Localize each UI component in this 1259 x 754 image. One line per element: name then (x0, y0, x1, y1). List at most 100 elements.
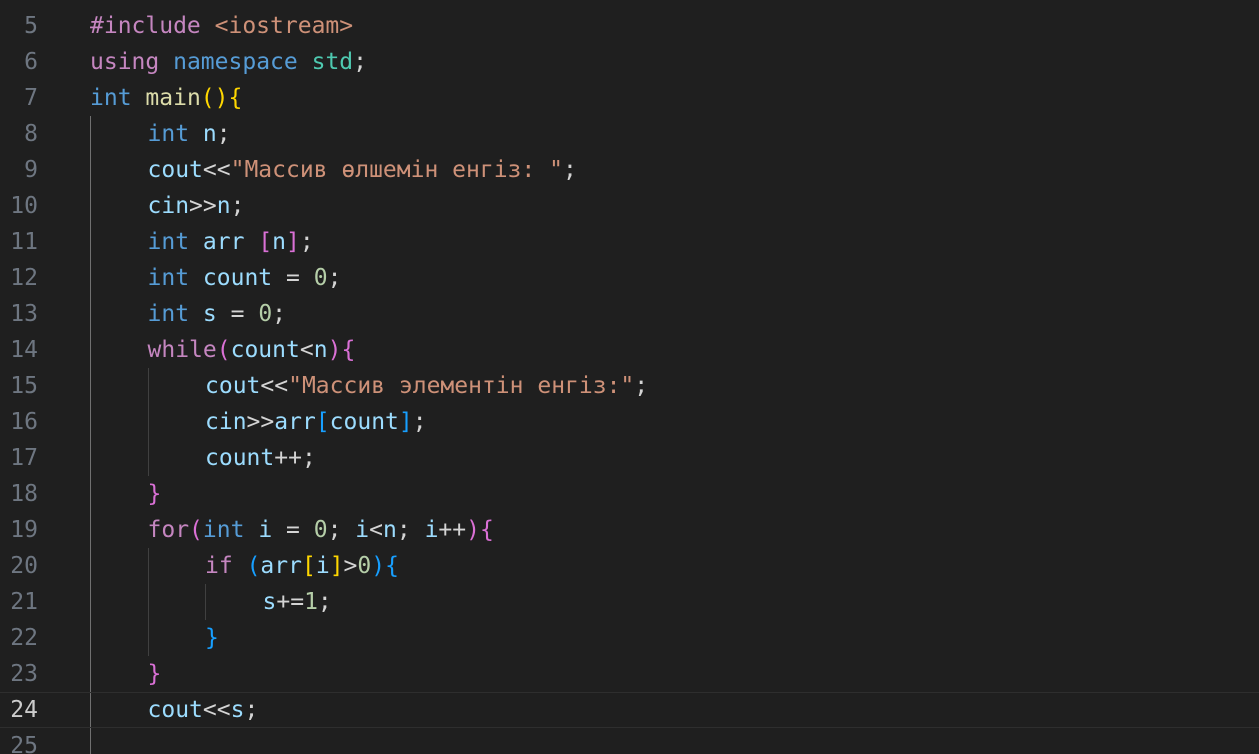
code-token: ; (244, 697, 259, 723)
line-number: 25 (10, 733, 38, 754)
code-token: () (200, 85, 229, 111)
code-line[interactable]: 10 cin>>n; (0, 188, 1259, 224)
line-code: while(count<n){ (148, 332, 356, 368)
code-token: ; (299, 229, 314, 255)
code-token: std (311, 49, 354, 75)
code-token: if (205, 553, 233, 579)
code-token: ) (466, 517, 480, 543)
code-token: } (147, 481, 162, 507)
code-token: n (272, 229, 287, 255)
line-number: 19 (10, 517, 38, 543)
code-line[interactable]: 21 s+=1; (0, 584, 1259, 620)
code-line[interactable]: 22} (0, 620, 1259, 656)
line-code: int count = 0; (148, 260, 342, 296)
code-token: } (205, 625, 219, 651)
code-line[interactable]: 13 int s = 0; (0, 296, 1259, 332)
line-code: #include <iostream> (90, 8, 353, 44)
code-token: cin (205, 409, 247, 435)
code-token: int (147, 301, 190, 327)
code-token: count (230, 337, 300, 363)
code-line[interactable]: 11 int arr [n]; (0, 224, 1259, 260)
code-token: count (205, 445, 275, 471)
line-code: int s = 0; (148, 296, 287, 332)
code-token: > (343, 553, 358, 579)
line-code: for(int i = 0; i<n; i++){ (148, 512, 494, 548)
code-token: [ (258, 229, 273, 255)
code-token: += (276, 589, 305, 615)
code-line[interactable]: 5 #include <iostream> (0, 8, 1259, 44)
code-token: using (90, 49, 160, 75)
line-number: 22 (10, 625, 38, 651)
code-token: < (369, 517, 383, 543)
code-token: >> (246, 409, 275, 435)
code-line[interactable]: 18} (0, 476, 1259, 512)
code-token: for (147, 517, 190, 543)
code-token: n (216, 193, 231, 219)
line-code: s+=1; (263, 584, 332, 620)
code-token: n (202, 121, 217, 147)
code-token: "Массив өлшемін енгіз: " (230, 157, 563, 183)
code-line[interactable]: 19 for(int i = 0; i<n; i++){ (0, 512, 1259, 548)
line-number: 8 (24, 121, 38, 147)
code-token: ; (317, 589, 332, 615)
line-number: 12 (10, 265, 38, 291)
code-line[interactable]: 25 (0, 728, 1259, 754)
code-line[interactable]: 8 int n; (0, 116, 1259, 152)
code-editor[interactable]: 5 #include <iostream> 6 using namespace std… (0, 0, 1259, 754)
code-line[interactable]: 23} (0, 656, 1259, 692)
line-number: 17 (10, 445, 38, 471)
line-code: } (148, 656, 162, 692)
line-number: 15 (10, 373, 38, 399)
code-token: << (202, 697, 231, 723)
code-token: ( (189, 517, 203, 543)
code-token: { (479, 517, 494, 543)
code-token: count (329, 409, 399, 435)
code-line[interactable]: 24 cout<<s; (0, 692, 1259, 728)
code-token: } (147, 661, 162, 687)
code-line[interactable]: 12 int count = 0; (0, 260, 1259, 296)
code-token: ] (286, 229, 300, 255)
code-line[interactable]: 17 count++; (0, 440, 1259, 476)
code-token: ; (412, 409, 427, 435)
line-number: 18 (10, 481, 38, 507)
code-line[interactable]: 14 while(count<n){ (0, 332, 1259, 368)
line-number: 11 (10, 229, 38, 255)
code-token: #include (90, 13, 201, 39)
code-token: i (315, 553, 330, 579)
code-token: = (272, 517, 314, 543)
code-token: 0 (357, 553, 372, 579)
code-token: ; (396, 517, 425, 543)
code-line[interactable]: 6 using namespace std; (0, 44, 1259, 80)
code-token: int (90, 85, 132, 111)
code-token: s (202, 301, 217, 327)
code-line[interactable]: 20 if (arr[i]>0){ (0, 548, 1259, 584)
code-token: count (202, 265, 273, 291)
code-token: i (355, 517, 370, 543)
code-line[interactable]: 7 int main(){ (0, 80, 1259, 116)
code-token: ; (327, 517, 356, 543)
line-number: 20 (10, 553, 38, 579)
line-number: 21 (10, 589, 38, 615)
code-token: ; (272, 301, 287, 327)
code-token: n (383, 517, 397, 543)
code-line[interactable]: 9 cout<<"Массив өлшемін енгіз: "; (0, 152, 1259, 188)
code-token: ; (634, 373, 649, 399)
line-code: } (148, 476, 162, 512)
code-line[interactable]: 16 cin>>arr[count]; (0, 404, 1259, 440)
code-token: arr (260, 553, 302, 579)
code-token: namespace (173, 49, 298, 75)
code-token: int (202, 517, 245, 543)
code-token: while (147, 337, 217, 363)
code-token: cout (147, 157, 203, 183)
code-token: ] (329, 553, 344, 579)
line-code: } (205, 620, 219, 656)
code-token: ( (216, 337, 231, 363)
code-line[interactable]: 15 cout<<"Массив элементін енгіз:"; (0, 368, 1259, 404)
line-number: 9 (24, 157, 38, 183)
